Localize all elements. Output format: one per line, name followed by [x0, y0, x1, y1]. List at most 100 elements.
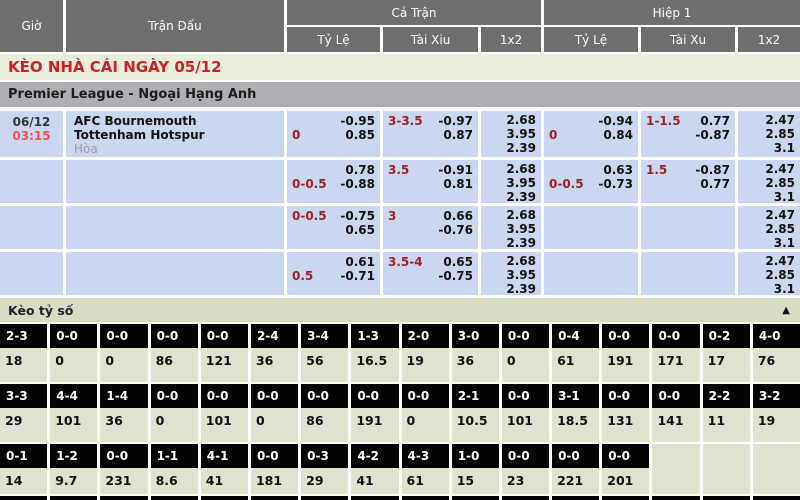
ft-1x2-cell[interactable]: 2.68 3.95 2.39 [481, 206, 541, 249]
score-label[interactable]: 0-4 [552, 324, 599, 348]
score-odds-value[interactable]: 23 [502, 468, 549, 494]
ft-handicap-cell[interactable]: 0.61 0.5-0.71 [287, 252, 380, 295]
score-label[interactable]: 0-3 [301, 444, 348, 468]
score-label[interactable]: 1-2 [50, 444, 97, 468]
score-label[interactable]: 0-0 [552, 444, 599, 468]
h1-overunder-cell[interactable]: 1.5-0.87 0.77 [641, 160, 735, 203]
score-label[interactable]: 4-1 [201, 444, 248, 468]
score-label[interactable]: 3-1 [552, 384, 599, 408]
score-odds-value[interactable]: 36 [100, 408, 147, 442]
score-odds-value[interactable]: 14 [0, 468, 47, 494]
score-label[interactable]: 1-0 [452, 444, 499, 468]
score-odds-value[interactable]: 201 [602, 468, 649, 494]
score-label[interactable]: 4-4 [50, 384, 97, 408]
score-label[interactable]: 4-2 [351, 444, 398, 468]
score-odds-value[interactable]: 101 [502, 408, 549, 442]
h1-overunder-cell[interactable] [641, 206, 735, 249]
match-teams-cell[interactable] [66, 160, 284, 203]
score-odds-value[interactable]: 56 [301, 348, 348, 382]
score-section-header[interactable]: Kèo tỷ số ▲ [0, 298, 800, 322]
ft-handicap-cell[interactable]: -0.95 00.85 [287, 111, 380, 157]
score-label[interactable]: 0-2 [703, 324, 750, 348]
h1-overunder-cell[interactable] [641, 252, 735, 295]
score-odds-value[interactable]: 181 [251, 468, 298, 494]
score-label[interactable]: 2-0 [402, 324, 449, 348]
score-odds-value[interactable]: 10.5 [452, 408, 499, 442]
score-label[interactable]: 0-0 [151, 384, 198, 408]
collapse-arrow-icon[interactable]: ▲ [782, 305, 790, 316]
score-odds-value[interactable]: 221 [552, 468, 599, 494]
score-odds-value[interactable]: 15 [452, 468, 499, 494]
ft-overunder-cell[interactable]: 30.66 -0.76 [383, 206, 478, 249]
score-odds-value[interactable]: 171 [652, 348, 699, 382]
score-label[interactable]: 0-0 [151, 324, 198, 348]
score-odds-value[interactable]: 19 [753, 408, 800, 442]
ft-handicap-cell[interactable]: 0-0.5-0.75 0.65 [287, 206, 380, 249]
match-teams-cell[interactable] [66, 206, 284, 249]
score-odds-value[interactable]: 36 [452, 348, 499, 382]
score-label[interactable]: 2-1 [452, 384, 499, 408]
score-label[interactable]: 0-0 [301, 384, 348, 408]
score-label[interactable]: 2-2 [703, 384, 750, 408]
score-odds-value[interactable]: 86 [151, 348, 198, 382]
score-label[interactable]: 0-0 [100, 444, 147, 468]
score-label[interactable]: 3-3 [0, 384, 47, 408]
score-label[interactable]: 0-0 [652, 324, 699, 348]
score-label[interactable]: 0-0 [602, 324, 649, 348]
score-label[interactable]: 3-4 [301, 324, 348, 348]
score-odds-value[interactable]: 0 [502, 348, 549, 382]
score-label[interactable]: 0-0 [201, 324, 248, 348]
score-odds-value[interactable]: 101 [50, 408, 97, 442]
score-odds-value[interactable]: 0 [100, 348, 147, 382]
score-odds-value[interactable]: 41 [351, 468, 398, 494]
h1-handicap-cell[interactable] [544, 206, 638, 249]
score-odds-value[interactable]: 61 [552, 348, 599, 382]
score-odds-value[interactable]: 16.5 [351, 348, 398, 382]
score-odds-value[interactable]: 11 [703, 408, 750, 442]
score-label[interactable]: 0-0 [602, 444, 649, 468]
score-odds-value[interactable]: 0 [151, 408, 198, 442]
h1-1x2-cell[interactable]: 2.47 2.85 3.1 [738, 252, 800, 295]
score-label[interactable]: 1-1 [151, 444, 198, 468]
ft-overunder-cell[interactable]: 3-3.5-0.97 0.87 [383, 111, 478, 157]
score-odds-value[interactable]: 131 [602, 408, 649, 442]
h1-handicap-cell[interactable]: 0.63 0-0.5-0.73 [544, 160, 638, 203]
h1-handicap-cell[interactable]: -0.94 00.84 [544, 111, 638, 157]
score-odds-value[interactable]: 0 [251, 408, 298, 442]
score-odds-value[interactable]: 231 [100, 468, 147, 494]
ft-1x2-cell[interactable]: 2.68 3.95 2.39 [481, 111, 541, 157]
score-label[interactable]: 0-0 [652, 384, 699, 408]
score-label[interactable]: 0-0 [502, 444, 549, 468]
score-odds-value[interactable]: 191 [351, 408, 398, 442]
score-odds-value[interactable]: 36 [251, 348, 298, 382]
score-odds-value[interactable]: 41 [201, 468, 248, 494]
score-label[interactable]: 0-0 [402, 384, 449, 408]
score-odds-value[interactable]: 0 [50, 348, 97, 382]
h1-1x2-cell[interactable]: 2.47 2.85 3.1 [738, 111, 800, 157]
score-label[interactable]: 0-0 [100, 324, 147, 348]
score-odds-value[interactable]: 141 [652, 408, 699, 442]
match-teams-cell[interactable]: AFC Bournemouth Tottenham Hotspur Hòa [66, 111, 284, 157]
score-odds-value[interactable]: 18 [0, 348, 47, 382]
score-odds-value[interactable]: 9.7 [50, 468, 97, 494]
score-label[interactable]: 4-3 [402, 444, 449, 468]
score-odds-value[interactable]: 17 [703, 348, 750, 382]
h1-1x2-cell[interactable]: 2.47 2.85 3.1 [738, 160, 800, 203]
score-odds-value[interactable]: 76 [753, 348, 800, 382]
score-odds-value[interactable]: 19 [402, 348, 449, 382]
score-label[interactable]: 0-0 [351, 384, 398, 408]
h1-1x2-cell[interactable]: 2.47 2.85 3.1 [738, 206, 800, 249]
ft-1x2-cell[interactable]: 2.68 3.95 2.39 [481, 252, 541, 295]
score-odds-value[interactable]: 8.6 [151, 468, 198, 494]
score-odds-value[interactable]: 0 [402, 408, 449, 442]
h1-overunder-cell[interactable]: 1-1.50.77 -0.87 [641, 111, 735, 157]
h1-handicap-cell[interactable] [544, 252, 638, 295]
score-label[interactable]: 1-3 [351, 324, 398, 348]
score-label[interactable]: 0-0 [251, 384, 298, 408]
score-odds-value[interactable]: 121 [201, 348, 248, 382]
score-odds-value[interactable]: 61 [402, 468, 449, 494]
score-label[interactable]: 2-4 [251, 324, 298, 348]
score-odds-value[interactable]: 191 [602, 348, 649, 382]
ft-overunder-cell[interactable]: 3.5-0.91 0.81 [383, 160, 478, 203]
score-label[interactable]: 0-1 [0, 444, 47, 468]
